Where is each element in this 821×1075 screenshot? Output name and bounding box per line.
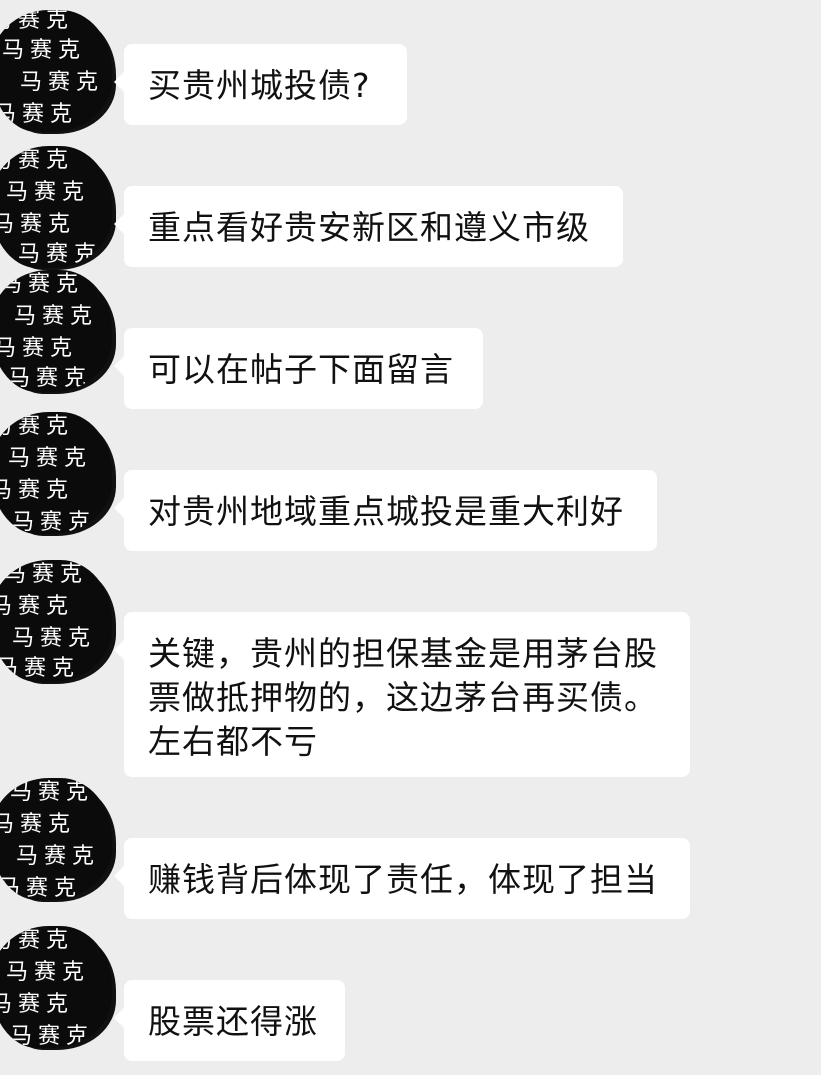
watermark-text: 马赛克 xyxy=(0,212,77,237)
message-text: 重点看好贵安新区和遵义市级 xyxy=(148,208,590,247)
message-bubble[interactable]: 股票还得涨 xyxy=(114,980,345,1061)
chat-message-list: 马赛克 马赛克 马赛克 马赛克 买贵州城投债? 马赛克 马赛克 马赛克 马赛克 … xyxy=(0,0,821,1075)
watermark-text: 马赛克 xyxy=(0,148,75,173)
watermark-text: 马赛克 xyxy=(4,562,89,587)
message-text: 对贵州地域重点城投是重大利好 xyxy=(148,492,624,531)
message-bubble[interactable]: 赚钱背后体现了责任，体现了担当 xyxy=(114,838,690,919)
watermark-text: 马赛克 xyxy=(8,366,93,391)
watermark-text: 马赛克 xyxy=(14,304,99,329)
mosaic-avatar[interactable]: 马赛克 马赛克 马赛克 马赛克 xyxy=(0,926,112,1048)
message-bubble[interactable]: 买贵州城投债? xyxy=(114,44,407,125)
watermark-text: 马赛克 xyxy=(12,510,97,534)
mosaic-avatar[interactable]: 马赛克 马赛克 马赛克 马赛克 xyxy=(0,146,112,268)
watermark-text: 马赛克 xyxy=(0,992,75,1017)
watermark-text: 马赛克 xyxy=(0,272,85,297)
mosaic-avatar[interactable]: 马赛克 马赛克 马赛克 马赛克 xyxy=(0,270,112,392)
watermark-text: 马赛克 xyxy=(0,594,75,619)
watermark-text: 马赛克 xyxy=(10,780,95,805)
watermark-text: 马赛克 xyxy=(0,876,83,900)
watermark-text: 马赛克 xyxy=(16,844,101,869)
watermark-text: 马赛克 xyxy=(0,656,81,681)
watermark-text: 马赛克 xyxy=(6,960,91,985)
watermark-text: 马赛克 xyxy=(2,38,87,63)
message-bubble[interactable]: 可以在帖子下面留言 xyxy=(114,328,483,409)
message-text: 买贵州城投债? xyxy=(148,66,371,105)
watermark-text: 马赛克 xyxy=(8,446,93,471)
mosaic-avatar[interactable]: 马赛克 马赛克 马赛克 马赛克 xyxy=(0,412,112,534)
watermark-text: 马赛克 xyxy=(0,812,77,837)
mosaic-avatar[interactable]: 马赛克 马赛克 马赛克 马赛克 xyxy=(0,560,112,682)
watermark-text: 马赛克 xyxy=(6,180,91,205)
message-text: 赚钱背后体现了责任，体现了担当 xyxy=(148,860,658,899)
mosaic-avatar[interactable]: 马赛克 马赛克 马赛克 马赛克 xyxy=(0,778,112,900)
watermark-text: 马赛克 xyxy=(0,928,75,953)
mosaic-avatar[interactable]: 马赛克 马赛克 马赛克 马赛克 xyxy=(0,10,112,132)
message-text: 关键，贵州的担保基金是用茅台股票做抵押物的，这边茅台再买债。左右都不亏 xyxy=(148,634,658,761)
message-bubble[interactable]: 对贵州地域重点城投是重大利好 xyxy=(114,470,657,551)
message-bubble[interactable]: 关键，贵州的担保基金是用茅台股票做抵押物的，这边茅台再买债。左右都不亏 xyxy=(114,612,690,777)
watermark-text: 马赛克 xyxy=(18,242,103,267)
message-text: 可以在帖子下面留言 xyxy=(148,350,454,389)
watermark-text: 马赛克 xyxy=(0,102,79,127)
watermark-text: 马赛克 xyxy=(0,10,75,33)
watermark-text: 马赛克 xyxy=(0,336,79,361)
watermark-text: 马赛克 xyxy=(12,626,97,651)
watermark-text: 马赛克 xyxy=(0,414,75,439)
watermark-text: 马赛克 xyxy=(10,1024,95,1048)
message-text: 股票还得涨 xyxy=(148,1002,318,1041)
message-bubble[interactable]: 重点看好贵安新区和遵义市级 xyxy=(114,186,623,267)
watermark-text: 马赛克 xyxy=(0,478,75,503)
watermark-text: 马赛克 xyxy=(20,70,105,95)
